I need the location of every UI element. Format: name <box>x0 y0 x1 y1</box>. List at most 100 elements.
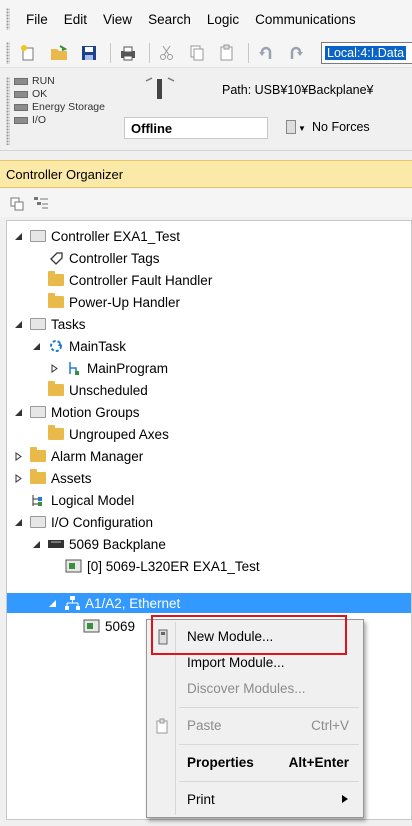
menu-item-properties[interactable]: Properties Alt+Enter <box>149 750 361 776</box>
tree-item-label: Unscheduled <box>69 382 148 398</box>
tree-item-main-program[interactable]: MainProgram <box>49 357 168 379</box>
program-icon <box>65 360 83 376</box>
tree-item-controller-tags[interactable]: Controller Tags <box>47 247 160 269</box>
menu-item-shortcut: Ctrl+V <box>311 718 349 733</box>
undo-icon[interactable] <box>255 42 277 64</box>
copy-icon[interactable] <box>186 42 208 64</box>
expand-icon[interactable] <box>13 451 23 461</box>
collapse-all-icon[interactable] <box>8 194 26 212</box>
paste-icon[interactable] <box>216 42 238 64</box>
status-ok-label: OK <box>32 88 48 100</box>
tree-item-label: [0] 5069-L320ER EXA1_Test <box>87 558 260 574</box>
folder-icon <box>29 447 47 464</box>
menu-search[interactable]: Search <box>140 12 199 27</box>
tree-item-child-module[interactable]: 5069 <box>83 615 135 637</box>
menu-bar: File Edit View Search Logic Communicatio… <box>0 0 412 38</box>
paste-icon <box>155 718 171 734</box>
menu-logic[interactable]: Logic <box>199 12 247 27</box>
tree-item-label: Ungrouped Axes <box>69 426 169 442</box>
tree-item-label: Controller Tags <box>69 250 160 266</box>
module-icon <box>65 558 83 574</box>
menu-view[interactable]: View <box>95 12 140 27</box>
menu-item-label: Discover Modules... <box>187 681 306 696</box>
module-icon <box>83 618 101 634</box>
menu-separator <box>179 781 359 782</box>
tree-item-fault-handler[interactable]: Controller Fault Handler <box>47 269 212 291</box>
folder-icon <box>47 381 65 398</box>
standard-toolbar: Local:4:I.Data <box>0 38 412 68</box>
led-icon <box>14 78 28 85</box>
collapse-icon[interactable] <box>31 341 41 351</box>
menubar-grip[interactable] <box>6 8 10 30</box>
organizer-toolbar <box>0 189 412 217</box>
status-run: RUN <box>14 75 105 88</box>
tree-item-unscheduled[interactable]: Unscheduled <box>47 379 148 401</box>
redo-icon[interactable] <box>285 42 307 64</box>
toolbar-separator <box>149 42 150 63</box>
save-icon[interactable] <box>78 42 100 64</box>
mode-dropdown[interactable]: Offline <box>124 117 268 139</box>
menu-item-discover-modules[interactable]: Discover Modules... <box>149 676 361 702</box>
menu-item-paste[interactable]: Paste Ctrl+V <box>149 713 361 739</box>
tree-item-label: Motion Groups <box>51 404 140 420</box>
collapse-icon[interactable] <box>13 407 23 417</box>
tree-item-alarm-manager[interactable]: Alarm Manager <box>13 445 143 467</box>
menu-file[interactable]: File <box>18 12 56 27</box>
collapse-icon[interactable] <box>13 231 23 241</box>
tag-search-value: Local:4:I.Data <box>325 45 407 60</box>
expand-icon[interactable] <box>49 363 59 373</box>
tree-item-main-task[interactable]: MainTask <box>31 335 126 357</box>
keyswitch-icon <box>145 77 175 99</box>
tag-icon <box>47 250 65 266</box>
tag-search-field[interactable]: Local:4:I.Data <box>321 41 412 64</box>
tree-item-ungrouped-axes[interactable]: Ungrouped Axes <box>47 423 169 445</box>
menu-edit[interactable]: Edit <box>56 12 95 27</box>
tree-item-tasks[interactable]: Tasks <box>13 313 86 335</box>
toolbar-grip[interactable] <box>6 41 10 64</box>
collapse-icon[interactable] <box>13 319 23 329</box>
folder-icon <box>47 271 65 288</box>
menu-item-label: Paste <box>187 718 222 733</box>
status-grip[interactable] <box>6 77 10 145</box>
toolbar-separator <box>110 42 111 63</box>
tree-item-controller-module[interactable]: [0] 5069-L320ER EXA1_Test <box>65 555 260 577</box>
tree-item-powerup-handler[interactable]: Power-Up Handler <box>47 291 180 313</box>
menu-item-print[interactable]: Print <box>149 787 361 813</box>
menu-communications[interactable]: Communications <box>247 12 364 27</box>
collapse-icon[interactable] <box>31 539 41 549</box>
annotation-highlight-box <box>151 615 347 655</box>
menu-item-label: Import Module... <box>187 655 285 670</box>
folder-open-icon <box>29 514 47 530</box>
collapse-icon[interactable] <box>13 517 23 527</box>
tree-item-label: MainTask <box>69 338 127 354</box>
led-icon <box>14 117 28 124</box>
open-icon[interactable] <box>48 42 70 64</box>
tree-item-ethernet[interactable]: A1/A2, Ethernet <box>47 592 180 614</box>
tree-item-io-configuration[interactable]: I/O Configuration <box>13 511 153 533</box>
status-io-label: I/O <box>32 114 47 126</box>
expand-icon[interactable] <box>13 473 23 483</box>
menu-item-label: Print <box>187 792 215 807</box>
collapse-icon[interactable] <box>47 598 57 608</box>
comm-path: Path: USB¥10¥Backplane¥ <box>222 83 374 97</box>
tree-item-assets[interactable]: Assets <box>13 467 92 489</box>
cut-icon[interactable] <box>156 42 178 64</box>
status-io: I/O <box>14 114 105 127</box>
tree-item-logical-model[interactable]: Logical Model <box>29 489 134 511</box>
backplane-icon <box>47 536 65 552</box>
print-icon[interactable] <box>117 42 139 64</box>
new-icon[interactable] <box>18 42 40 64</box>
tree-item-controller[interactable]: Controller EXA1_Test <box>13 225 180 247</box>
status-energy-label: Energy Storage <box>32 101 105 113</box>
tree-item-backplane[interactable]: 5069 Backplane <box>31 533 166 555</box>
expand-all-icon[interactable] <box>32 194 50 212</box>
logical-model-icon <box>29 492 47 508</box>
tree-item-label: I/O Configuration <box>51 514 154 530</box>
chevron-down-icon[interactable]: ▼ <box>298 124 306 133</box>
folder-icon <box>47 425 65 442</box>
tree-item-label: Logical Model <box>51 492 135 508</box>
tree-item-label: A1/A2, Ethernet <box>85 595 181 611</box>
tree-item-label: Power-Up Handler <box>69 294 181 310</box>
tree-item-motion-groups[interactable]: Motion Groups <box>13 401 140 423</box>
forces-icon[interactable] <box>286 120 296 134</box>
